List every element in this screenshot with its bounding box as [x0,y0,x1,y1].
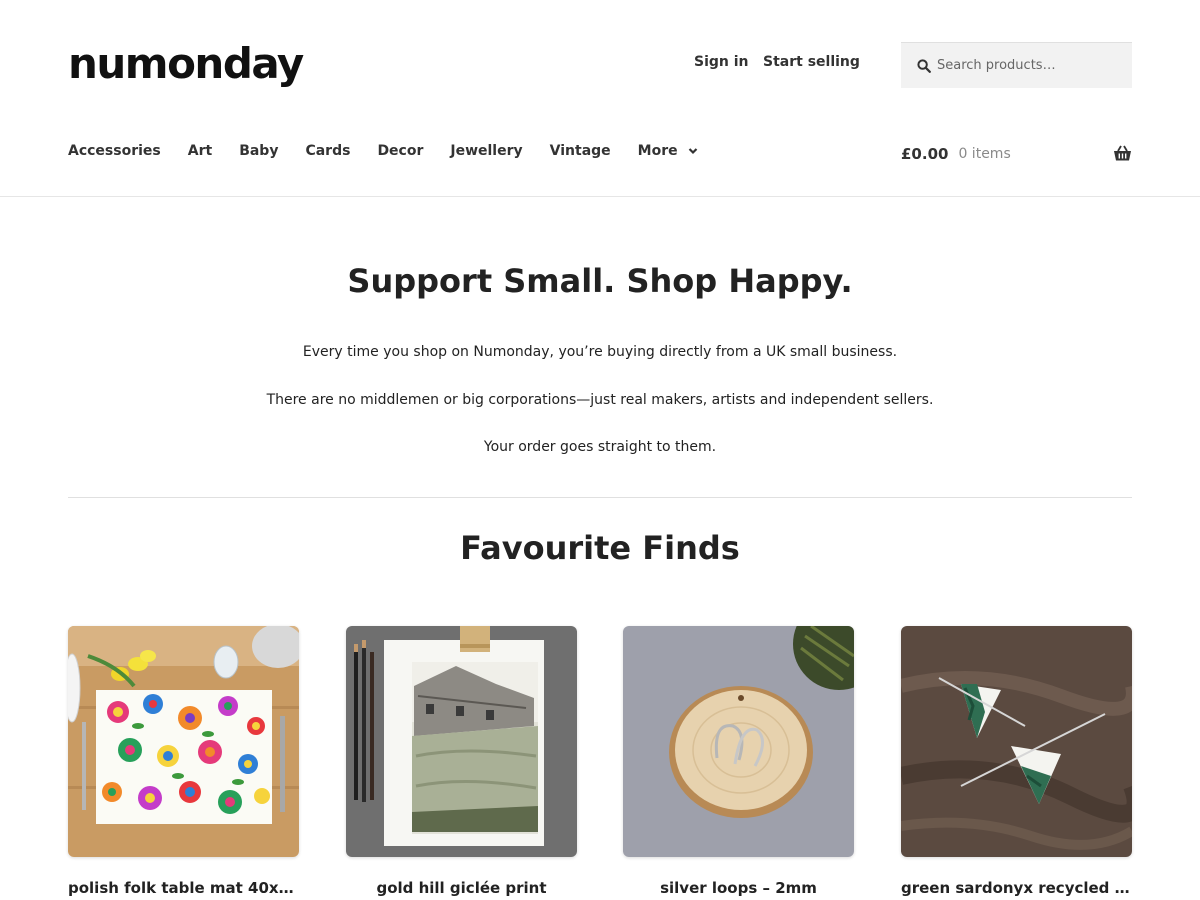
search-input[interactable] [937,58,1117,73]
cart-summary[interactable]: £0.00 0 items [901,145,1132,163]
site-logo[interactable]: numonday [68,36,304,92]
chevron-down-icon [688,148,697,155]
nav-item-more[interactable]: More [638,143,698,159]
hero-paragraph-3: Your order goes straight to them. [483,439,717,455]
main-nav: Accessories Art Baby Cards Decor Jewelle… [68,143,725,159]
nav-item-accessories[interactable]: Accessories [68,143,161,159]
product-card[interactable]: polish folk table mat 40x30cm [68,626,299,897]
search-box [901,42,1132,88]
product-name[interactable]: silver loops – 2mm [623,879,854,897]
nav-item-baby[interactable]: Baby [239,143,278,159]
basket-icon [1114,145,1131,161]
product-card[interactable]: green sardonyx recycled silver earrings [901,626,1132,897]
search-icon [917,58,931,73]
nav-item-decor[interactable]: Decor [377,143,423,159]
nav-item-vintage[interactable]: Vintage [550,143,611,159]
product-name[interactable]: green sardonyx recycled silver earrings [901,879,1132,897]
nav-more-label: More [637,143,678,159]
nav-item-cards[interactable]: Cards [305,143,350,159]
cart-amount: £0.00 [901,145,949,163]
sign-in-link[interactable]: Sign in [694,54,749,70]
cart-item-count: 0 items [958,146,1011,162]
hero-paragraph-2: There are no middlemen or big corporatio… [266,392,934,408]
product-image[interactable] [346,626,577,857]
product-image[interactable] [623,626,854,857]
product-image[interactable] [68,626,299,857]
site-header: numonday Sign in Start selling Accessori… [0,0,1200,197]
nav-item-art[interactable]: Art [188,143,212,159]
product-card[interactable]: gold hill giclée print [346,626,577,897]
product-name[interactable]: polish folk table mat 40x30cm [68,879,299,897]
hero-paragraph-1: Every time you shop on Numonday, you’re … [302,344,898,360]
product-image[interactable] [901,626,1132,857]
start-selling-link[interactable]: Start selling [763,54,860,70]
nav-item-jewellery[interactable]: Jewellery [450,143,522,159]
section-divider [68,497,1132,498]
hero-title: Support Small. Shop Happy. [347,262,853,300]
product-card[interactable]: silver loops – 2mm [623,626,854,897]
section-title: Favourite Finds [460,529,740,567]
product-name[interactable]: gold hill giclée print [346,879,577,897]
